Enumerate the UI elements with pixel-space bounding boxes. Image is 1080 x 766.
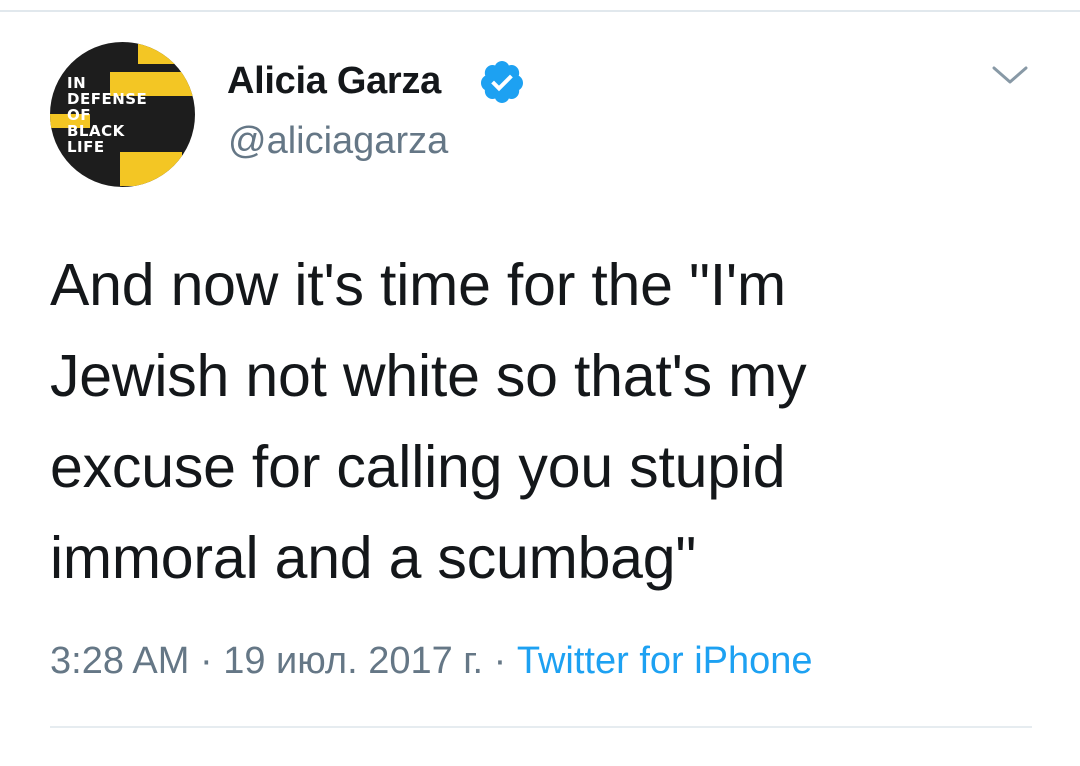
- tweet-text-line: Jewish not white so that's my: [50, 343, 807, 409]
- bottom-divider: [50, 726, 1032, 728]
- tweet-time[interactable]: 3:28 AM: [50, 640, 189, 682]
- avatar[interactable]: IN DEFENSE OF BLACK LIFE: [50, 42, 195, 187]
- top-divider: [0, 10, 1080, 12]
- avatar-text-line: LIFE: [67, 138, 105, 156]
- tweet-text-line: And now it's time for the "I'm: [50, 252, 786, 318]
- meta-separator: ·: [483, 640, 517, 682]
- meta-separator: ·: [189, 640, 224, 682]
- avatar-text-line: BLACK: [67, 122, 125, 140]
- tweet-text-line: immoral and a scumbag": [50, 525, 697, 591]
- avatar-text-line: IN: [67, 74, 87, 92]
- chevron-down-icon[interactable]: [988, 60, 1032, 90]
- display-name[interactable]: Alicia Garza: [227, 60, 441, 103]
- user-handle[interactable]: @aliciagarza: [228, 120, 448, 163]
- avatar-yellow-band-bottom: [120, 152, 182, 186]
- avatar-text-line: OF: [67, 106, 91, 124]
- tweet-meta: 3:28 AM · 19 июл. 2017 г. · Twitter for …: [50, 640, 813, 683]
- tweet-text-line: excuse for calling you stupid: [50, 434, 786, 500]
- tweet-date[interactable]: 19 июл. 2017 г.: [223, 640, 483, 682]
- tweet-source-link[interactable]: Twitter for iPhone: [517, 640, 813, 682]
- tweet-text: And now it's time for the "I'm Jewish no…: [50, 240, 1040, 604]
- avatar-text-line: DEFENSE: [67, 90, 148, 108]
- avatar-yellow-tab: [138, 44, 184, 64]
- verified-badge-icon: [480, 61, 523, 103]
